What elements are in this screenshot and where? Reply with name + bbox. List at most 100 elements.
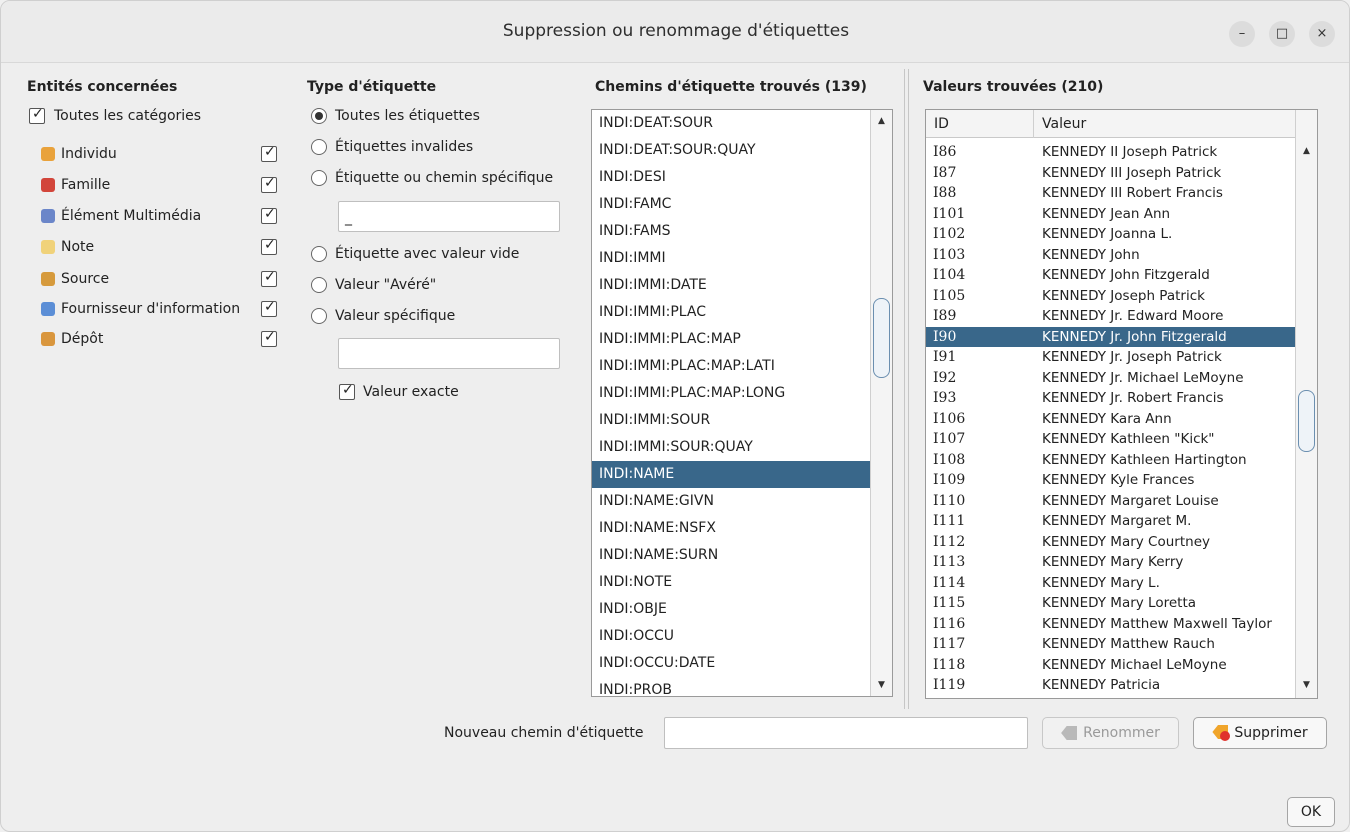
table-row[interactable]: I104 KENNEDY John Fitzgerald [926, 265, 1297, 286]
table-row[interactable]: I116 KENNEDY Matthew Maxwell Taylor [926, 614, 1297, 635]
radio-all-tags[interactable] [311, 108, 327, 124]
entity-row[interactable]: Fournisseur d'information [41, 298, 281, 320]
path-list-item[interactable]: INDI:NOTE [592, 569, 892, 596]
table-row[interactable]: I86 KENNEDY II Joseph Patrick [926, 142, 1297, 163]
table-row[interactable]: I106 KENNEDY Kara Ann [926, 409, 1297, 430]
entity-checkbox[interactable] [261, 237, 277, 255]
path-list-item[interactable]: INDI:IMMI:SOUR [592, 407, 892, 434]
rename-button[interactable]: Renommer [1042, 717, 1179, 749]
close-button[interactable]: × [1309, 21, 1335, 47]
table-row[interactable]: I119 KENNEDY Patricia [926, 675, 1297, 696]
table-row[interactable]: I102 KENNEDY Joanna L. [926, 224, 1297, 245]
radio-proven-value[interactable] [311, 277, 327, 293]
table-row[interactable]: I108 KENNEDY Kathleen Hartington [926, 450, 1297, 471]
table-row[interactable]: I111 KENNEDY Margaret M. [926, 511, 1297, 532]
table-row[interactable]: I90 KENNEDY Jr. John Fitzgerald [926, 326, 1297, 347]
table-row[interactable]: I117 KENNEDY Matthew Rauch [926, 634, 1297, 655]
entity-checkbox[interactable] [261, 299, 277, 317]
path-list-item[interactable]: INDI:NAME [592, 461, 892, 488]
table-row[interactable]: I89 KENNEDY Jr. Edward Moore [926, 306, 1297, 327]
table-row[interactable]: I92 KENNEDY Jr. Michael LeMoyne [926, 368, 1297, 389]
column-header-id[interactable]: ID [926, 110, 1034, 138]
entity-row[interactable]: Note [41, 236, 281, 258]
scroll-up-icon[interactable]: ▲ [1296, 142, 1317, 160]
entity-checkbox[interactable] [261, 206, 277, 224]
path-list-item[interactable]: INDI:DESI [592, 164, 892, 191]
maximize-button[interactable]: □ [1269, 21, 1295, 47]
path-list-item[interactable]: INDI:FAMC [592, 191, 892, 218]
entity-row[interactable]: Individu [41, 143, 281, 165]
path-list-item[interactable]: INDI:IMMI [592, 245, 892, 272]
table-row[interactable]: I110 KENNEDY Margaret Louise [926, 491, 1297, 512]
option-empty-value[interactable]: Étiquette avec valeur vide [311, 243, 519, 265]
table-row[interactable]: I105 KENNEDY Joseph Patrick [926, 286, 1297, 307]
radio-invalid-tags[interactable] [311, 139, 327, 155]
entity-checkbox[interactable] [261, 329, 277, 347]
exact-value-checkbox[interactable] [339, 382, 355, 400]
specific-path-input[interactable]: _ [338, 201, 560, 232]
path-list-item[interactable]: INDI:IMMI:SOUR:QUAY [592, 434, 892, 461]
table-row[interactable]: I109 KENNEDY Kyle Frances [926, 470, 1297, 491]
scroll-up-icon[interactable]: ▲ [871, 112, 892, 130]
path-list-item[interactable]: INDI:FAMS [592, 218, 892, 245]
option-specific-path[interactable]: Étiquette ou chemin spécifique [311, 167, 553, 189]
ok-button[interactable]: OK [1287, 797, 1335, 827]
path-list-item[interactable]: INDI:IMMI:DATE [592, 272, 892, 299]
radio-empty-value[interactable] [311, 246, 327, 262]
column-header-value[interactable]: Valeur [1034, 110, 1297, 138]
path-list-item[interactable]: INDI:NAME:SURN [592, 542, 892, 569]
table-row[interactable]: I88 KENNEDY III Robert Francis [926, 183, 1297, 204]
paths-list[interactable]: INDI:DEAT:SOUR INDI:DEAT:SOUR:QUAY INDI:DE… [591, 109, 893, 697]
table-row[interactable]: I113 KENNEDY Mary Kerry [926, 552, 1297, 573]
path-list-item[interactable]: INDI:DEAT:SOUR [592, 110, 892, 137]
radio-specific-path[interactable] [311, 170, 327, 186]
path-list-item[interactable]: INDI:NAME:GIVN [592, 488, 892, 515]
all-categories-checkbox[interactable] [29, 106, 45, 124]
path-list-item[interactable]: INDI:NAME:NSFX [592, 515, 892, 542]
path-list-item[interactable]: INDI:OBJE [592, 596, 892, 623]
minimize-button[interactable]: – [1229, 21, 1255, 47]
path-list-item[interactable]: INDI:PROB [592, 677, 892, 696]
table-row[interactable]: I114 KENNEDY Mary L. [926, 573, 1297, 594]
all-categories-row[interactable]: Toutes les catégories [29, 105, 201, 127]
entity-row[interactable]: Dépôt [41, 328, 281, 350]
path-list-item[interactable]: INDI:IMMI:PLAC [592, 299, 892, 326]
option-specific-value[interactable]: Valeur spécifique [311, 305, 455, 327]
new-path-input[interactable] [664, 717, 1028, 749]
scroll-down-icon[interactable]: ▼ [871, 676, 892, 694]
paths-scrollbar[interactable]: ▲ ▼ [870, 110, 892, 696]
option-invalid-tags[interactable]: Étiquettes invalides [311, 136, 473, 158]
path-list-item[interactable]: INDI:IMMI:PLAC:MAP [592, 326, 892, 353]
path-list-item[interactable]: INDI:DEAT:SOUR:QUAY [592, 137, 892, 164]
table-row[interactable]: I115 KENNEDY Mary Loretta [926, 593, 1297, 614]
values-table[interactable]: ID Valeur I86 KENNEDY II Joseph Patrick I8… [925, 109, 1318, 699]
split-divider[interactable] [903, 69, 911, 709]
entity-checkbox[interactable] [261, 144, 277, 162]
paths-scroll-thumb[interactable] [873, 298, 890, 378]
entity-row[interactable]: Famille [41, 174, 281, 196]
path-list-item[interactable]: INDI:IMMI:PLAC:MAP:LONG [592, 380, 892, 407]
entity-checkbox[interactable] [261, 175, 277, 193]
table-row[interactable]: I93 KENNEDY Jr. Robert Francis [926, 388, 1297, 409]
table-row[interactable]: I107 KENNEDY Kathleen "Kick" [926, 429, 1297, 450]
table-row[interactable]: I101 KENNEDY Jean Ann [926, 204, 1297, 225]
specific-value-input[interactable] [338, 338, 560, 369]
values-scrollbar[interactable]: ▲ ▼ [1295, 110, 1317, 698]
table-row[interactable]: I118 KENNEDY Michael LeMoyne [926, 655, 1297, 676]
path-list-item[interactable]: INDI:IMMI:PLAC:MAP:LATI [592, 353, 892, 380]
entity-row[interactable]: Source [41, 268, 281, 290]
radio-specific-value[interactable] [311, 308, 327, 324]
entity-checkbox[interactable] [261, 269, 277, 287]
table-row[interactable]: I87 KENNEDY III Joseph Patrick [926, 163, 1297, 184]
option-proven-value[interactable]: Valeur "Avéré" [311, 274, 436, 296]
path-list-item[interactable]: INDI:OCCU [592, 623, 892, 650]
table-row[interactable]: I103 KENNEDY John [926, 245, 1297, 266]
option-all-tags[interactable]: Toutes les étiquettes [311, 105, 480, 127]
exact-value-row[interactable]: Valeur exacte [339, 381, 459, 403]
table-row[interactable]: I112 KENNEDY Mary Courtney [926, 532, 1297, 553]
scroll-down-icon[interactable]: ▼ [1296, 676, 1317, 694]
table-row[interactable]: I91 KENNEDY Jr. Joseph Patrick [926, 347, 1297, 368]
path-list-item[interactable]: INDI:OCCU:DATE [592, 650, 892, 677]
entity-row[interactable]: Élément Multimédia [41, 205, 281, 227]
values-scroll-thumb[interactable] [1298, 390, 1315, 452]
